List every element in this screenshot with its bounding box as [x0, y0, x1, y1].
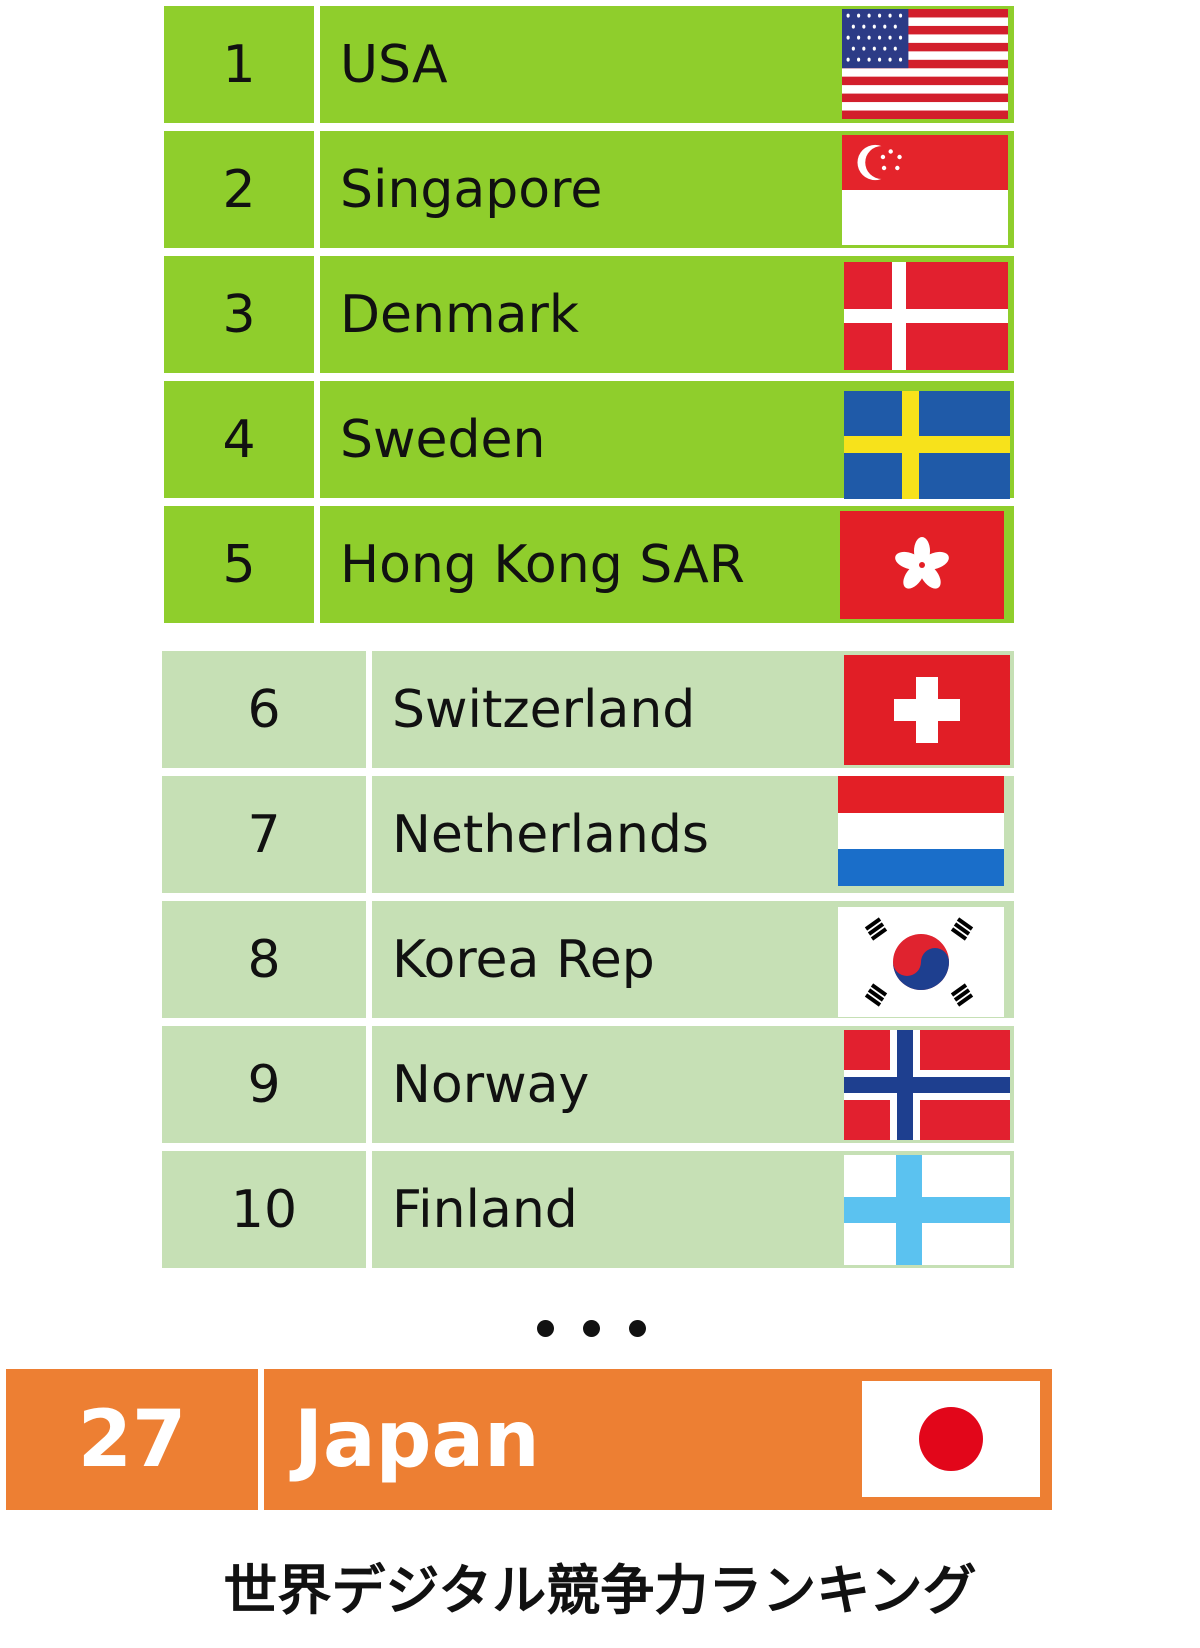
ranking-row: 6 Switzerland	[162, 651, 1014, 768]
rank-number: 8	[162, 901, 366, 1018]
japan-flag-icon	[862, 1381, 1040, 1497]
caption: 世界デジタル競争力ランキング	[223, 1559, 977, 1622]
rank-number: 3	[164, 256, 314, 373]
rank-number: 9	[162, 1026, 366, 1143]
rank-number: 6	[162, 651, 366, 768]
norway-flag-icon	[844, 1030, 1010, 1140]
finland-flag-icon	[844, 1155, 1010, 1265]
highlight-row-japan: 27 Japan	[6, 1369, 1052, 1510]
ranking-row: 2 Singapore	[164, 131, 1014, 248]
ranking-row: 8 Korea Rep	[162, 901, 1014, 1018]
denmark-flag-icon	[844, 262, 1008, 370]
singapore-flag-icon	[842, 135, 1008, 245]
ranking-row: 5 Hong Kong SAR	[164, 506, 1014, 623]
ranking-row: 10 Finland	[162, 1151, 1014, 1268]
rank-number: 1	[164, 6, 314, 123]
dot	[583, 1320, 600, 1337]
ranking-row: 1 USA	[164, 6, 1014, 123]
korea-flag-icon	[838, 907, 1004, 1017]
rank-number: 7	[162, 776, 366, 893]
hong-kong-flag-icon	[840, 511, 1004, 619]
netherlands-flag-icon	[838, 776, 1004, 886]
dot	[629, 1320, 646, 1337]
rank-number: 2	[164, 131, 314, 248]
sweden-flag-icon	[844, 391, 1010, 499]
rank-number: 27	[6, 1369, 258, 1510]
ranking-row: 7 Netherlands	[162, 776, 1014, 893]
switzerland-flag-icon	[844, 655, 1010, 765]
usa-flag-icon	[842, 9, 1008, 119]
rank-number: 5	[164, 506, 314, 623]
ranking-row: 4 Sweden	[164, 381, 1014, 499]
ranking-row: 9 Norway	[162, 1026, 1014, 1143]
rank-number: 4	[164, 381, 314, 498]
dot	[537, 1320, 554, 1337]
ranking-row: 3 Denmark	[164, 256, 1014, 373]
rank-number: 10	[162, 1151, 366, 1268]
